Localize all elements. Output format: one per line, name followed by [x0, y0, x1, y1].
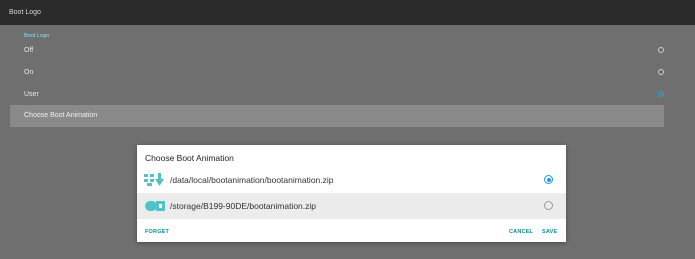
option-user-radio[interactable]	[658, 91, 664, 97]
dialog-title: Choose Boot Animation	[145, 153, 234, 163]
dialog-item-usb[interactable]: /storage/B199-90DE/bootanimation.zip	[137, 193, 566, 219]
title-bar: Boot Logo	[0, 0, 695, 25]
choose-boot-animation-label: Choose Boot Animation	[24, 112, 98, 119]
cancel-button[interactable]: CANCEL	[509, 229, 533, 235]
usb-drive-icon	[143, 198, 167, 214]
dialog-item-internal-radio[interactable]	[544, 175, 553, 184]
dialog-item-usb-radio[interactable]	[544, 201, 553, 210]
option-off[interactable]: Off	[24, 40, 668, 61]
section-label: Boot Logo	[24, 33, 50, 39]
dialog-item-internal[interactable]: /data/local/bootanimation/bootanimation.…	[137, 167, 566, 193]
save-button[interactable]: SAVE	[542, 229, 557, 235]
option-user-label: User	[24, 91, 39, 98]
choose-boot-animation-item[interactable]: Choose Boot Animation	[10, 105, 664, 127]
forget-button[interactable]: FORGET	[145, 229, 169, 235]
option-off-label: Off	[24, 47, 34, 54]
option-user[interactable]: User	[24, 84, 668, 105]
dialog-item-internal-path: /data/local/bootanimation/bootanimation.…	[170, 175, 334, 185]
internal-storage-icon	[143, 172, 167, 188]
option-off-radio[interactable]	[658, 47, 664, 53]
option-on-label: On	[24, 69, 34, 76]
choose-animation-dialog: Choose Boot Animation /data/local/bootan…	[137, 145, 566, 242]
dialog-item-usb-path: /storage/B199-90DE/bootanimation.zip	[170, 201, 317, 211]
window-title: Boot Logo	[9, 9, 41, 16]
option-on[interactable]: On	[24, 62, 668, 83]
option-on-radio[interactable]	[658, 69, 664, 75]
